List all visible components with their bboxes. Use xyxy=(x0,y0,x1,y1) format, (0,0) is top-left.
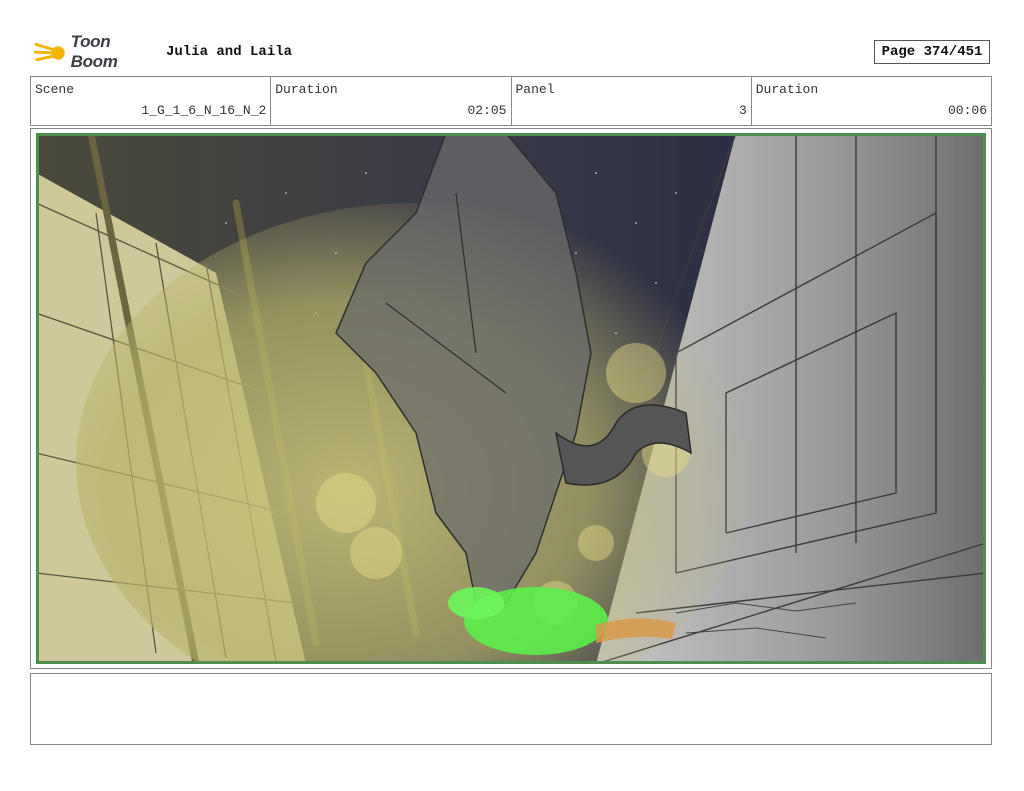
duration-label: Duration xyxy=(275,82,338,97)
panel-cell: Panel 3 xyxy=(512,77,752,125)
panel-duration-value: 00:06 xyxy=(947,103,987,118)
page-number: Page 374/451 xyxy=(874,40,990,64)
logo-text: Toon Boom xyxy=(70,32,118,71)
scene-label: Scene xyxy=(35,82,75,97)
scene-info-table: Scene 1_G_1_6_N_16_N_2 Duration 02:05 Pa… xyxy=(30,76,992,126)
panel-value: 3 xyxy=(738,103,747,118)
comet-logo-icon xyxy=(34,42,65,62)
toon-boom-logo: Toon Boom xyxy=(34,32,158,71)
panel-notes-box xyxy=(30,673,992,745)
panel-artwork xyxy=(36,133,986,664)
duration-value: 02:05 xyxy=(467,103,507,118)
scene-cell: Scene 1_G_1_6_N_16_N_2 xyxy=(31,77,272,125)
project-title: Julia and Laila xyxy=(166,44,293,60)
scene-value: 1_G_1_6_N_16_N_2 xyxy=(141,103,267,118)
panel-duration-cell: Duration 00:06 xyxy=(752,77,991,125)
panel-label: Panel xyxy=(515,82,555,97)
panel-duration-label: Duration xyxy=(755,82,819,97)
storyboard-panel xyxy=(30,128,992,669)
duration-cell: Duration 02:05 xyxy=(271,77,512,125)
